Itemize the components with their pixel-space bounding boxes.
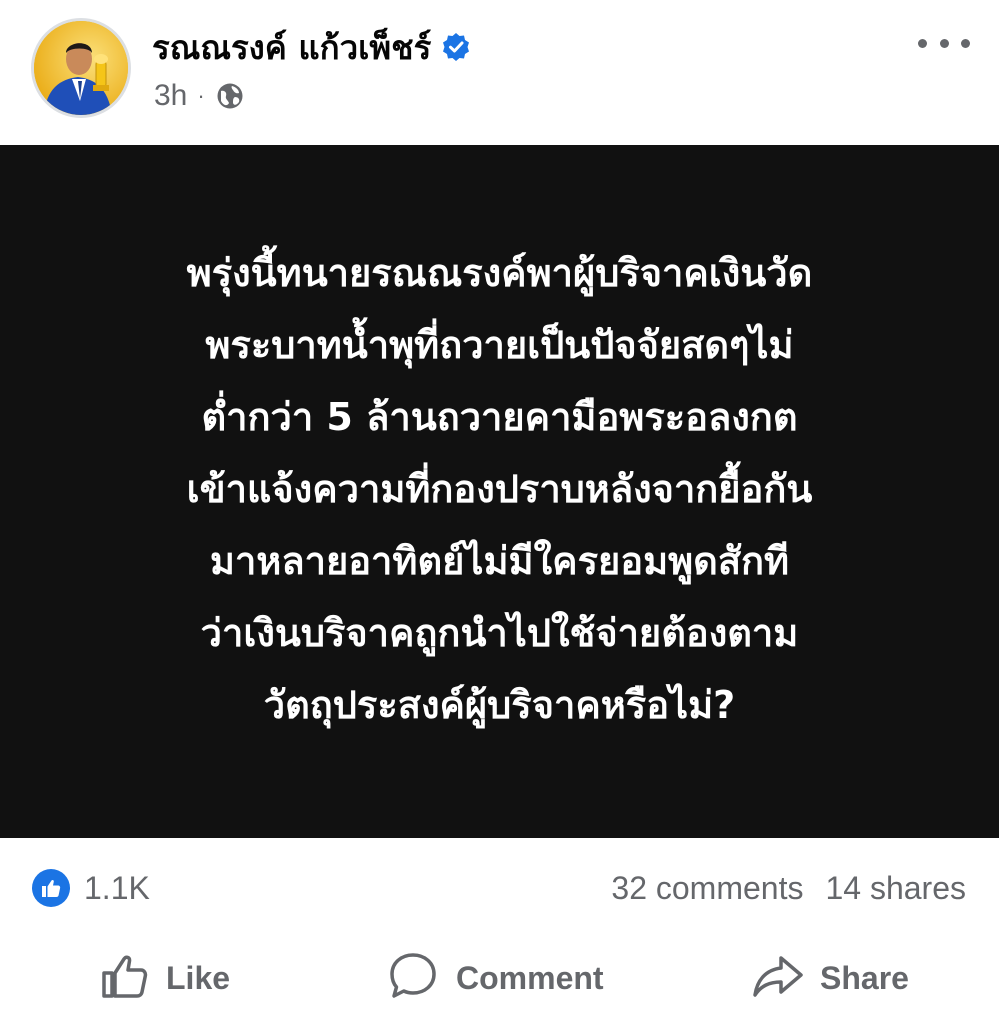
more-options-icon[interactable] (918, 28, 970, 58)
comment-label: Comment (456, 959, 604, 996)
verified-badge-icon (441, 32, 471, 62)
post-text-line: เข้าแจ้งความที่กองปราบหลังจากยื้อกัน (186, 467, 813, 511)
action-bar: Like Comment Share (0, 945, 999, 1015)
share-arrow-icon (752, 950, 804, 1006)
thumbs-up-icon (100, 951, 150, 1005)
like-count[interactable]: 1.1K (84, 868, 150, 908)
more-dot (918, 38, 927, 48)
post-meta: 3h · (154, 76, 245, 116)
like-label: Like (166, 959, 231, 996)
author-row: รณณรงค์ แก้วเพ็ชร์ (152, 22, 471, 72)
post-image-text: พรุ่งนี้ทนายรณณรงค์พาผู้บริจาคเงินวัด พร… (40, 237, 959, 741)
share-label: Share (820, 959, 909, 996)
share-count[interactable]: 14 shares (825, 868, 966, 908)
globe-icon[interactable] (215, 81, 245, 111)
post-timestamp[interactable]: 3h (154, 79, 187, 113)
engagement-counts: 32 comments 14 shares (611, 868, 966, 908)
meta-separator: · (197, 83, 205, 108)
comment-count[interactable]: 32 comments (611, 868, 803, 908)
like-reaction-icon[interactable] (32, 869, 70, 907)
post-header: รณณรงค์ แก้วเพ็ชร์ 3h · (0, 0, 999, 140)
reactions-summary: 1.1K 32 comments 14 shares (0, 862, 999, 914)
post-text-line: พระบาทน้ำพุที่ถวายเป็นปัจจัยสดๆไม่ (205, 323, 794, 367)
post-image[interactable]: พรุ่งนี้ทนายรณณรงค์พาผู้บริจาคเงินวัด พร… (0, 145, 999, 838)
author-avatar[interactable] (31, 18, 131, 118)
post-text-line: พรุ่งนี้ทนายรณณรงค์พาผู้บริจาคเงินวัด (186, 251, 813, 295)
like-button[interactable]: Like (100, 945, 230, 1011)
more-dot (961, 38, 970, 48)
author-name[interactable]: รณณรงค์ แก้วเพ็ชร์ (152, 21, 431, 74)
speech-bubble-icon (386, 949, 440, 1007)
more-dot (939, 38, 949, 48)
share-button[interactable]: Share (752, 945, 909, 1011)
comment-button[interactable]: Comment (386, 945, 604, 1011)
post-text-line: ว่าเงินบริจาคถูกนำไปใช้จ่ายต้องตาม (200, 611, 799, 655)
post-text-line: มาหลายอาทิตย์ไม่มีใครยอมพูดสักที (209, 539, 790, 583)
post-text-line: วัตถุประสงค์ผู้บริจาคหรือไม่? (263, 683, 736, 727)
post-text-line: ต่ำกว่า 5 ล้านถวายคามือพระอลงกต (201, 395, 798, 439)
